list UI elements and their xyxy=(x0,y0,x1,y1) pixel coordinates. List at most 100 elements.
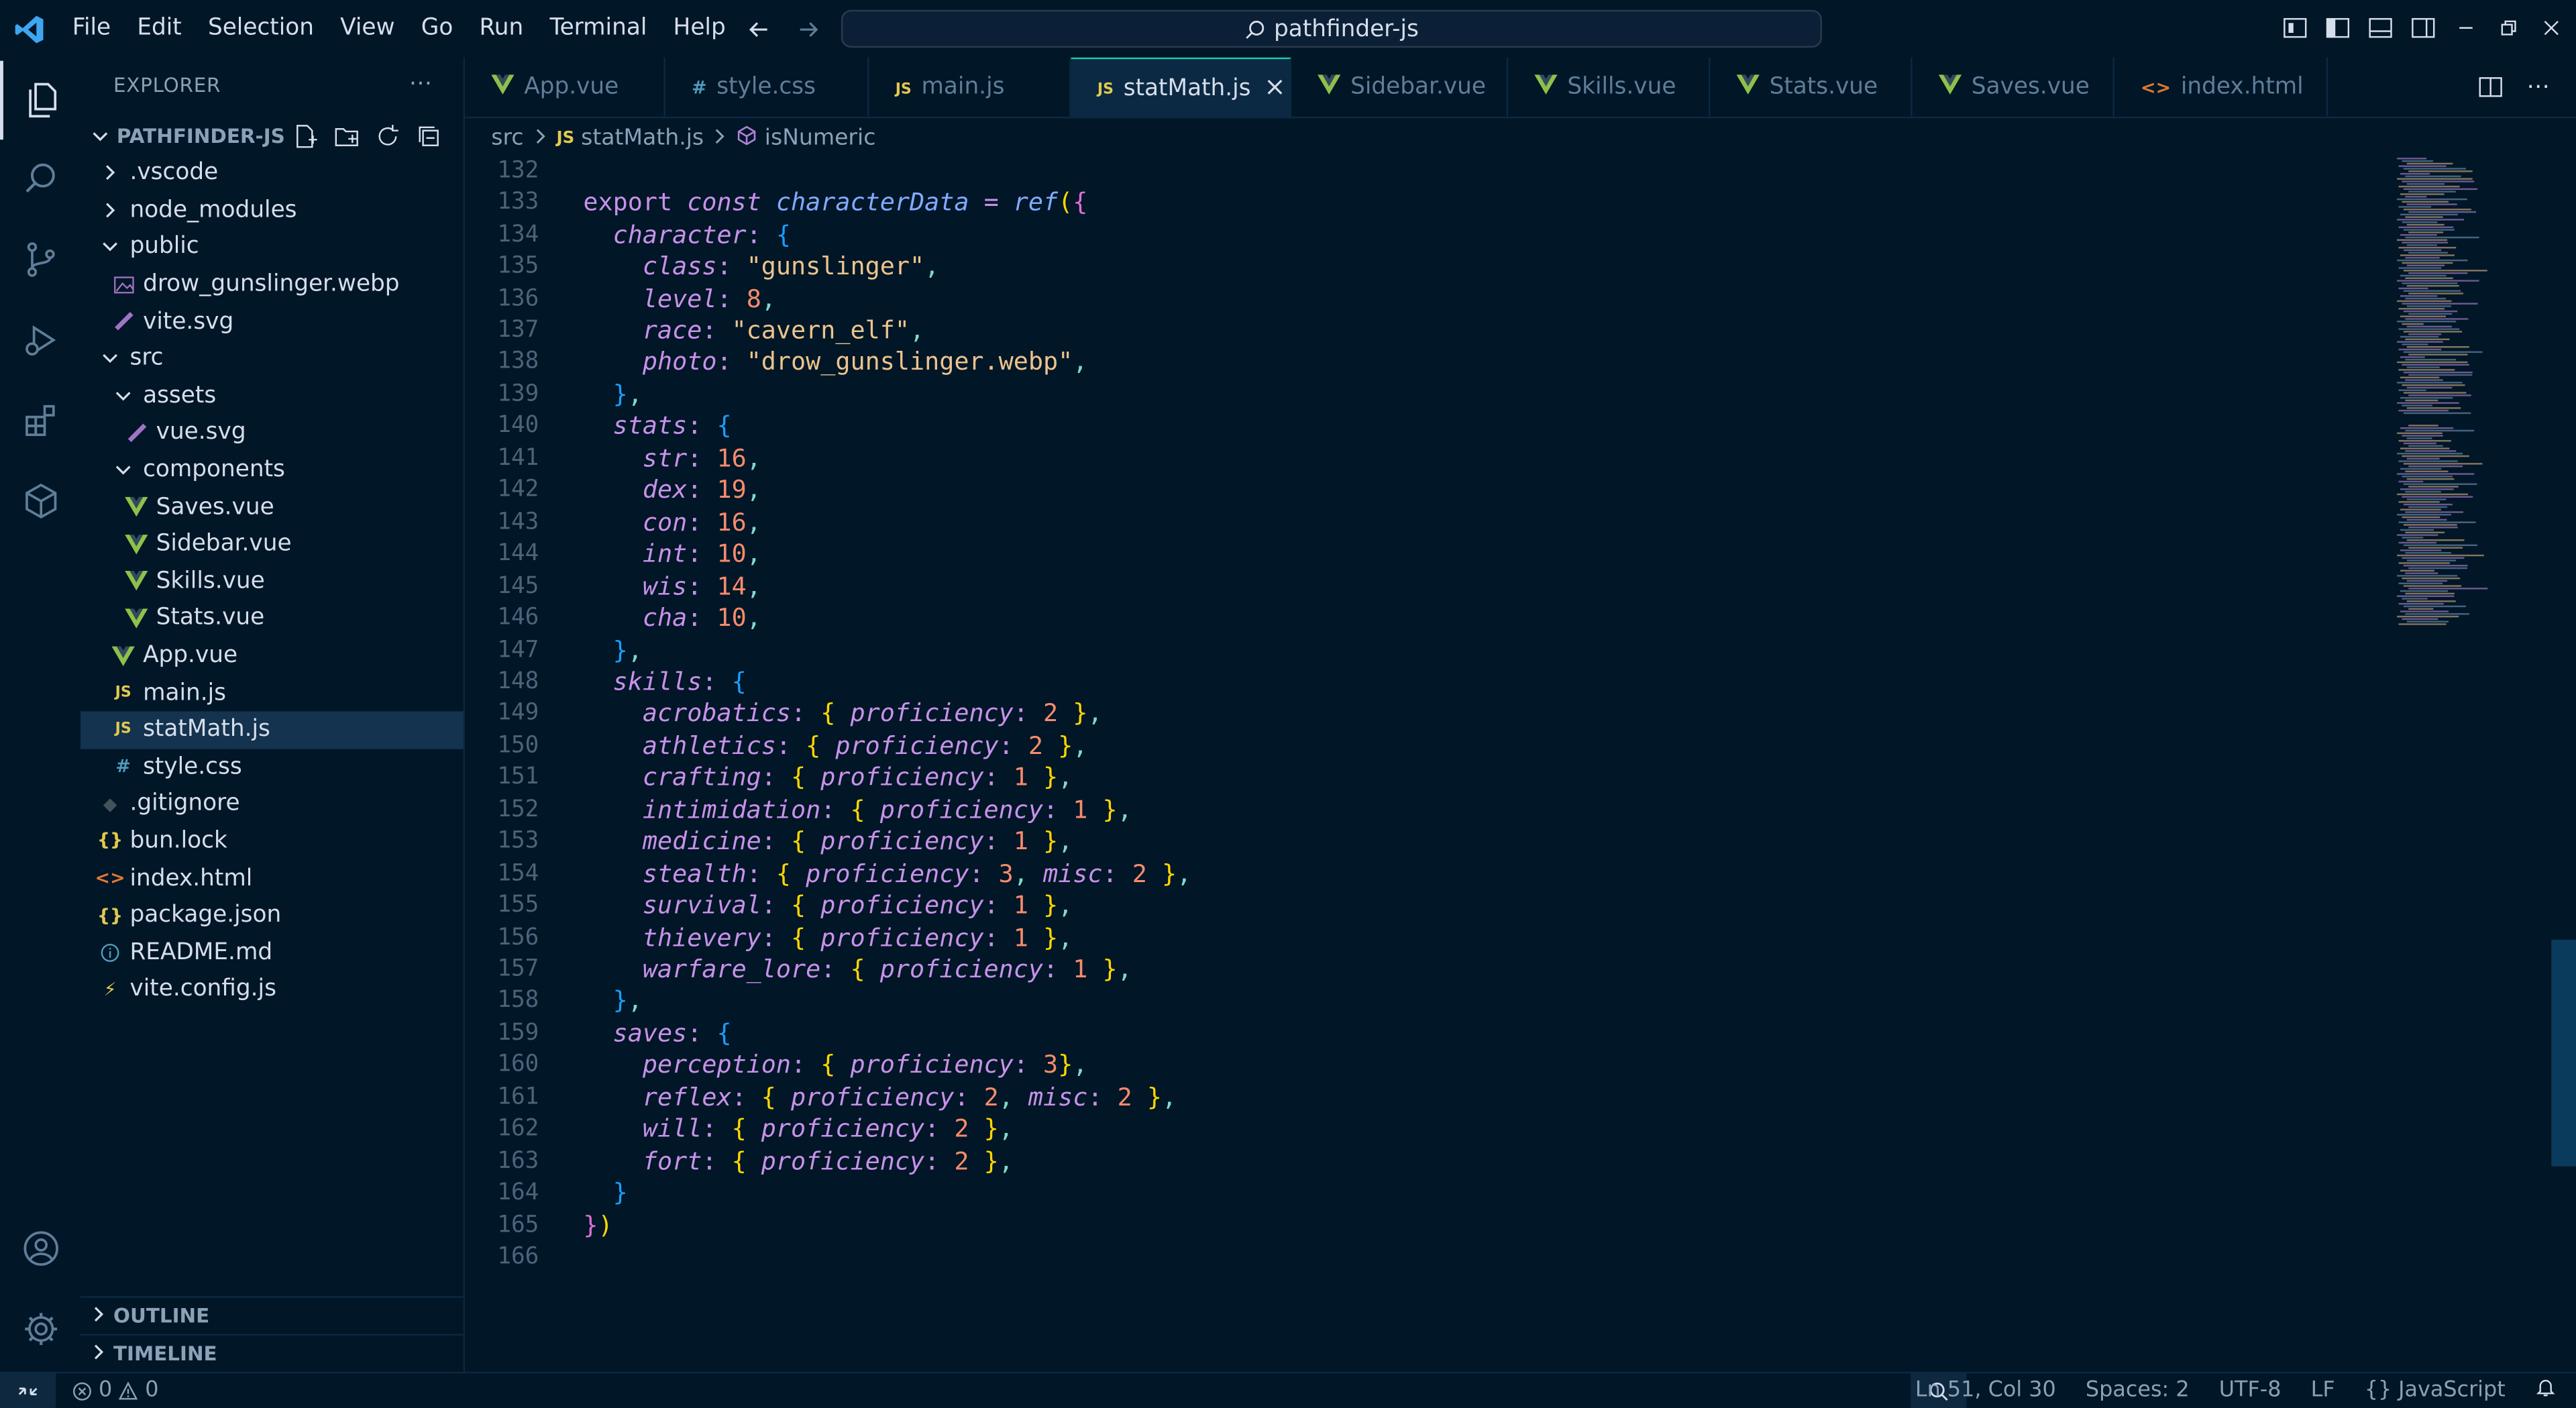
refresh-icon[interactable] xyxy=(373,121,401,150)
tree-item[interactable]: README.md xyxy=(80,934,464,971)
close-icon[interactable] xyxy=(1267,74,1283,101)
code-line[interactable]: 162 will: { proficiency: 2 }, xyxy=(465,1113,2387,1145)
outline-section[interactable]: OUTLINE xyxy=(80,1296,464,1334)
tree-item[interactable]: src xyxy=(80,340,464,377)
code-line[interactable]: 134 character: { xyxy=(465,218,2387,250)
code-line[interactable]: 150 athletics: { proficiency: 2 }, xyxy=(465,730,2387,762)
tree-item[interactable]: vue.svg xyxy=(80,415,464,451)
back-arrow-icon[interactable] xyxy=(743,13,775,46)
tree-item[interactable]: .vscode xyxy=(80,154,464,191)
remote-indicator-icon[interactable] xyxy=(0,1373,56,1408)
code-line[interactable]: 141 str: 16, xyxy=(465,442,2387,474)
tree-item[interactable]: JS main.js xyxy=(80,674,464,711)
code-line[interactable]: 136 level: 8, xyxy=(465,282,2387,315)
minimap[interactable] xyxy=(2387,154,2548,1370)
code-line[interactable]: 164 } xyxy=(465,1177,2387,1209)
encoding[interactable]: UTF-8 xyxy=(2219,1378,2282,1403)
code-line[interactable]: 159 saves: { xyxy=(465,1017,2387,1049)
tree-item[interactable]: node_modules xyxy=(80,192,464,229)
tab-index-html[interactable]: <> index.html xyxy=(2114,57,2328,117)
command-center-search[interactable]: pathfinder-js xyxy=(841,9,1822,48)
tree-item[interactable]: drow_gunslinger.webp xyxy=(80,266,464,303)
timeline-section[interactable]: TIMELINE xyxy=(80,1334,464,1372)
toggle-primary-sidebar-icon[interactable] xyxy=(2323,13,2353,43)
close-window-icon[interactable] xyxy=(2536,13,2566,43)
code-line[interactable]: 151 crafting: { proficiency: 1 }, xyxy=(465,761,2387,794)
code-line[interactable]: 154 stealth: { proficiency: 3, misc: 2 }… xyxy=(465,857,2387,889)
tab-main-js[interactable]: JS main.js xyxy=(869,57,1071,117)
tree-item[interactable]: App.vue xyxy=(80,637,464,674)
code-line[interactable]: 146 cha: 10, xyxy=(465,602,2387,634)
tree-item[interactable]: public xyxy=(80,229,464,266)
code-line[interactable]: 163 fort: { proficiency: 2 }, xyxy=(465,1145,2387,1177)
code-line[interactable]: 166 xyxy=(465,1241,2387,1273)
tree-item[interactable]: {} bun.lock xyxy=(80,822,464,859)
code-line[interactable]: 137 race: "cavern_elf", xyxy=(465,314,2387,346)
tree-item[interactable]: Sidebar.vue xyxy=(80,526,464,563)
new-file-icon[interactable] xyxy=(290,121,319,150)
code-line[interactable]: 155 survival: { proficiency: 1 }, xyxy=(465,889,2387,922)
minimize-icon[interactable] xyxy=(2451,13,2481,43)
forward-arrow-icon[interactable] xyxy=(792,13,824,46)
breadcrumb-file[interactable]: statMath.js xyxy=(581,125,704,151)
code-line[interactable]: 145 wis: 14, xyxy=(465,570,2387,602)
menu-item-edit[interactable]: Edit xyxy=(124,0,195,58)
settings-gear-icon[interactable] xyxy=(0,1289,80,1368)
more-actions-icon[interactable]: ⋯ xyxy=(409,70,432,97)
code-line[interactable]: 135 class: "gunslinger", xyxy=(465,250,2387,282)
search-activity-icon[interactable] xyxy=(0,140,80,219)
code-line[interactable]: 142 dex: 19, xyxy=(465,474,2387,506)
breadcrumb-symbol[interactable]: isNumeric xyxy=(765,125,876,151)
restore-icon[interactable] xyxy=(2494,13,2524,43)
tab-skills-vue[interactable]: Skills.vue xyxy=(1508,57,1711,117)
new-folder-icon[interactable] xyxy=(332,121,360,150)
menu-item-file[interactable]: File xyxy=(59,0,124,58)
code-line[interactable]: 149 acrobatics: { proficiency: 2 }, xyxy=(465,698,2387,730)
tree-item[interactable]: # style.css xyxy=(80,749,464,786)
project-root[interactable]: PATHFINDER-JS xyxy=(80,118,464,154)
code-line[interactable]: 158 }, xyxy=(465,985,2387,1018)
account-icon[interactable] xyxy=(0,1209,80,1288)
tab-app-vue[interactable]: App.vue xyxy=(465,57,665,117)
menu-item-view[interactable]: View xyxy=(327,0,409,58)
menu-item-terminal[interactable]: Terminal xyxy=(537,0,660,58)
tab-sidebar-vue[interactable]: Sidebar.vue xyxy=(1291,57,1509,117)
end-of-line[interactable]: LF xyxy=(2311,1378,2335,1403)
tree-item[interactable]: Saves.vue xyxy=(80,488,464,525)
code-line[interactable]: 133 export const characterData = ref({ xyxy=(465,186,2387,219)
language-mode[interactable]: {} JavaScript xyxy=(2365,1378,2506,1403)
source-control-icon[interactable] xyxy=(0,220,80,299)
menu-item-help[interactable]: Help xyxy=(660,0,739,58)
cursor-position[interactable]: Ln 51, Col 30 xyxy=(1915,1378,2056,1403)
tree-item[interactable]: components xyxy=(80,451,464,488)
code-editor[interactable]: 132 133 export const characterData = ref({… xyxy=(465,154,2387,1370)
collapse-all-icon[interactable] xyxy=(414,121,442,150)
remote-explorer-icon[interactable] xyxy=(0,462,80,541)
tab-stats-vue[interactable]: Stats.vue xyxy=(1710,57,1913,117)
code-line[interactable]: 147 }, xyxy=(465,634,2387,666)
toggle-panel-icon[interactable] xyxy=(2366,13,2396,43)
code-line[interactable]: 152 intimidation: { proficiency: 1 }, xyxy=(465,794,2387,826)
tab-style-css[interactable]: # style.css xyxy=(665,57,869,117)
editor-scrollbar[interactable] xyxy=(2551,939,2576,1167)
toggle-secondary-sidebar-icon[interactable] xyxy=(2408,13,2438,43)
tree-item[interactable]: {} package.json xyxy=(80,897,464,934)
more-actions-icon[interactable]: ⋯ xyxy=(2527,74,2550,107)
code-line[interactable]: 153 medicine: { proficiency: 1 }, xyxy=(465,825,2387,857)
notifications-bell-icon[interactable] xyxy=(2535,1376,2557,1405)
menu-item-run[interactable]: Run xyxy=(466,0,537,58)
split-editor-icon[interactable] xyxy=(2477,74,2504,107)
code-line[interactable]: 139 }, xyxy=(465,378,2387,411)
tree-item[interactable]: ◆ .gitignore xyxy=(80,786,464,822)
explorer-icon[interactable] xyxy=(0,60,80,140)
problems-indicator[interactable]: 0 0 xyxy=(72,1378,158,1403)
code-line[interactable]: 161 reflex: { proficiency: 2, misc: 2 }, xyxy=(465,1081,2387,1114)
tree-item[interactable]: JS statMath.js xyxy=(80,711,464,749)
tree-item[interactable]: <> index.html xyxy=(80,860,464,897)
customize-layout-icon[interactable] xyxy=(2280,13,2310,43)
code-line[interactable]: 138 photo: "drow_gunslinger.webp", xyxy=(465,346,2387,378)
code-line[interactable]: 160 perception: { proficiency: 3}, xyxy=(465,1049,2387,1081)
tree-item[interactable]: vite.svg xyxy=(80,303,464,340)
tab-saves-vue[interactable]: Saves.vue xyxy=(1913,57,2114,117)
menu-item-go[interactable]: Go xyxy=(408,0,466,58)
